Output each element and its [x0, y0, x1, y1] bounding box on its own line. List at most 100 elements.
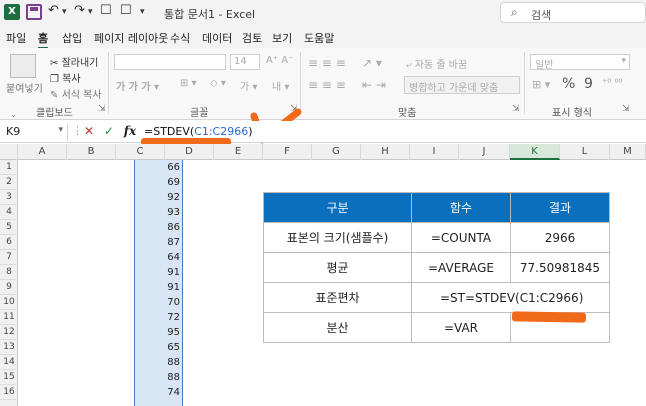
- quick-access-icon[interactable]: ☐: [100, 3, 112, 18]
- row-header[interactable]: 1: [0, 160, 18, 175]
- enter-icon[interactable]: ✓: [104, 124, 114, 138]
- column-header-l[interactable]: L: [560, 144, 610, 160]
- column-header-h[interactable]: H: [361, 144, 410, 160]
- column-header-m[interactable]: M: [610, 144, 646, 160]
- decimal-icon[interactable]: ⁺⁰ ⁰⁰: [602, 78, 622, 89]
- cell[interactable]: 88: [135, 355, 180, 370]
- insert-function-icon[interactable]: fx: [124, 124, 136, 138]
- column-header-i[interactable]: I: [410, 144, 459, 160]
- bold-icon[interactable]: 가 가 가 ▾: [116, 78, 159, 93]
- undo-dropdown-icon[interactable]: ▾: [62, 7, 67, 17]
- tab-view[interactable]: 보기: [272, 30, 292, 46]
- row-header[interactable]: 5: [0, 220, 18, 235]
- cell[interactable]: 65: [135, 340, 180, 355]
- tab-review[interactable]: 검토: [242, 30, 262, 46]
- table-cell[interactable]: =AVERAGE: [411, 252, 511, 283]
- table-cell[interactable]: 77.50981845: [510, 252, 610, 283]
- cut-button[interactable]: ✂ 잘라내기: [50, 54, 98, 69]
- table-cell[interactable]: 표준편차: [263, 282, 412, 313]
- cell[interactable]: 91: [135, 265, 180, 280]
- number-format-dropdown[interactable]: 일반 ▾: [530, 54, 630, 71]
- tab-data[interactable]: 데이터: [202, 30, 232, 46]
- row-header[interactable]: 7: [0, 250, 18, 265]
- row-header[interactable]: 13: [0, 340, 18, 355]
- column-header-d[interactable]: D: [165, 144, 214, 160]
- font-size-dropdown[interactable]: 14: [230, 54, 260, 70]
- cell[interactable]: 88: [135, 370, 180, 385]
- column-header-a[interactable]: A: [18, 144, 67, 160]
- percent-icon[interactable]: %: [562, 76, 575, 92]
- cell[interactable]: 95: [135, 325, 180, 340]
- currency-icon[interactable]: ⊞ ▾: [532, 78, 550, 91]
- grow-font-icon[interactable]: A⁺ A⁻: [266, 55, 293, 66]
- row-header[interactable]: 9: [0, 280, 18, 295]
- undo-icon[interactable]: ↶: [48, 3, 59, 18]
- row-header[interactable]: 4: [0, 205, 18, 220]
- comma-icon[interactable]: 9: [584, 76, 593, 92]
- header-cell[interactable]: 함수: [411, 192, 511, 223]
- quick-access-icon-2[interactable]: ☐: [120, 3, 132, 18]
- tab-formulas[interactable]: 수식: [170, 30, 190, 46]
- cell[interactable]: 87: [135, 235, 180, 250]
- row-header[interactable]: 3: [0, 190, 18, 205]
- table-cell[interactable]: 분산: [263, 312, 412, 343]
- row-header[interactable]: 8: [0, 265, 18, 280]
- row-header[interactable]: 6: [0, 235, 18, 250]
- border-icon[interactable]: ⊞ ▾: [180, 78, 197, 89]
- row-header[interactable]: 10: [0, 295, 18, 310]
- align-left-icon[interactable]: ≡ ≡ ≡: [308, 78, 346, 92]
- column-header-g[interactable]: G: [312, 144, 361, 160]
- collapse-ribbon-icon[interactable]: ⌄: [10, 110, 17, 119]
- cell[interactable]: 64: [135, 250, 180, 265]
- cell[interactable]: 66: [135, 160, 180, 175]
- paste-icon[interactable]: [10, 54, 36, 78]
- cell[interactable]: 69: [135, 175, 180, 190]
- column-header-c[interactable]: C: [116, 144, 165, 160]
- paste-button[interactable]: 붙여넣기: [6, 80, 43, 95]
- cell[interactable]: 70: [135, 295, 180, 310]
- merge-center-button[interactable]: 병합하고 가운데 맞춤: [404, 76, 520, 94]
- column-header-k[interactable]: K: [510, 144, 560, 160]
- column-c-selection[interactable]: 66 69 92 93 86 87 64 91 91 70 72 95 65 8…: [134, 160, 183, 406]
- cell[interactable]: 91: [135, 280, 180, 295]
- table-cell[interactable]: 표본의 크기(샘플수): [263, 222, 412, 253]
- header-cell[interactable]: 구분: [263, 192, 412, 223]
- copy-button[interactable]: ❐ 복사: [50, 70, 81, 85]
- row-header[interactable]: 12: [0, 325, 18, 340]
- wrap-text-button[interactable]: ⤶ 자동 줄 바꿈: [406, 56, 467, 71]
- table-cell[interactable]: =VAR: [411, 312, 511, 343]
- row-header[interactable]: 2: [0, 175, 18, 190]
- editing-cell[interactable]: =ST=STDEV(C1:C2966): [411, 282, 610, 313]
- save-icon[interactable]: [26, 4, 42, 20]
- format-painter-button[interactable]: ✎ 서식 복사: [50, 86, 102, 101]
- header-cell[interactable]: 결과: [510, 192, 610, 223]
- fill-color-icon[interactable]: ◇ ▾: [210, 78, 226, 89]
- row-header[interactable]: 15: [0, 370, 18, 385]
- cell[interactable]: 92: [135, 190, 180, 205]
- search-box[interactable]: ⌕ 검색: [500, 2, 646, 23]
- number-launcher-icon[interactable]: ⇲: [622, 104, 630, 114]
- name-box[interactable]: K9 ▾: [2, 123, 68, 141]
- font-color-icon[interactable]: 가 ▾: [240, 78, 257, 93]
- indent-icon[interactable]: ⇤ ⇥: [362, 78, 386, 92]
- table-cell[interactable]: 2966: [510, 222, 610, 253]
- row-header[interactable]: 11: [0, 310, 18, 325]
- row-header[interactable]: 16: [0, 385, 18, 400]
- alignment-launcher-icon[interactable]: ⇲: [512, 104, 520, 114]
- select-all-button[interactable]: [0, 144, 18, 160]
- clipboard-launcher-icon[interactable]: ⇲: [98, 104, 106, 114]
- tab-help[interactable]: 도움말: [304, 30, 334, 46]
- table-cell[interactable]: 평균: [263, 252, 412, 283]
- column-header-f[interactable]: F: [263, 144, 312, 160]
- formula-input[interactable]: =STDEV(C1:C2966): [144, 125, 253, 138]
- font-name-dropdown[interactable]: [114, 54, 226, 70]
- cell[interactable]: 74: [135, 385, 180, 400]
- redo-icon[interactable]: ↷: [74, 3, 85, 18]
- cell[interactable]: 72: [135, 310, 180, 325]
- customize-qat-icon[interactable]: ▾: [140, 7, 145, 17]
- orientation-icon[interactable]: ↗ ▾: [362, 56, 382, 70]
- phonetic-icon[interactable]: 내 ▾: [272, 78, 289, 93]
- cancel-icon[interactable]: ✕: [84, 124, 94, 138]
- align-top-icon[interactable]: ≡ ≡ ≡: [308, 56, 346, 70]
- column-header-j[interactable]: J: [459, 144, 510, 160]
